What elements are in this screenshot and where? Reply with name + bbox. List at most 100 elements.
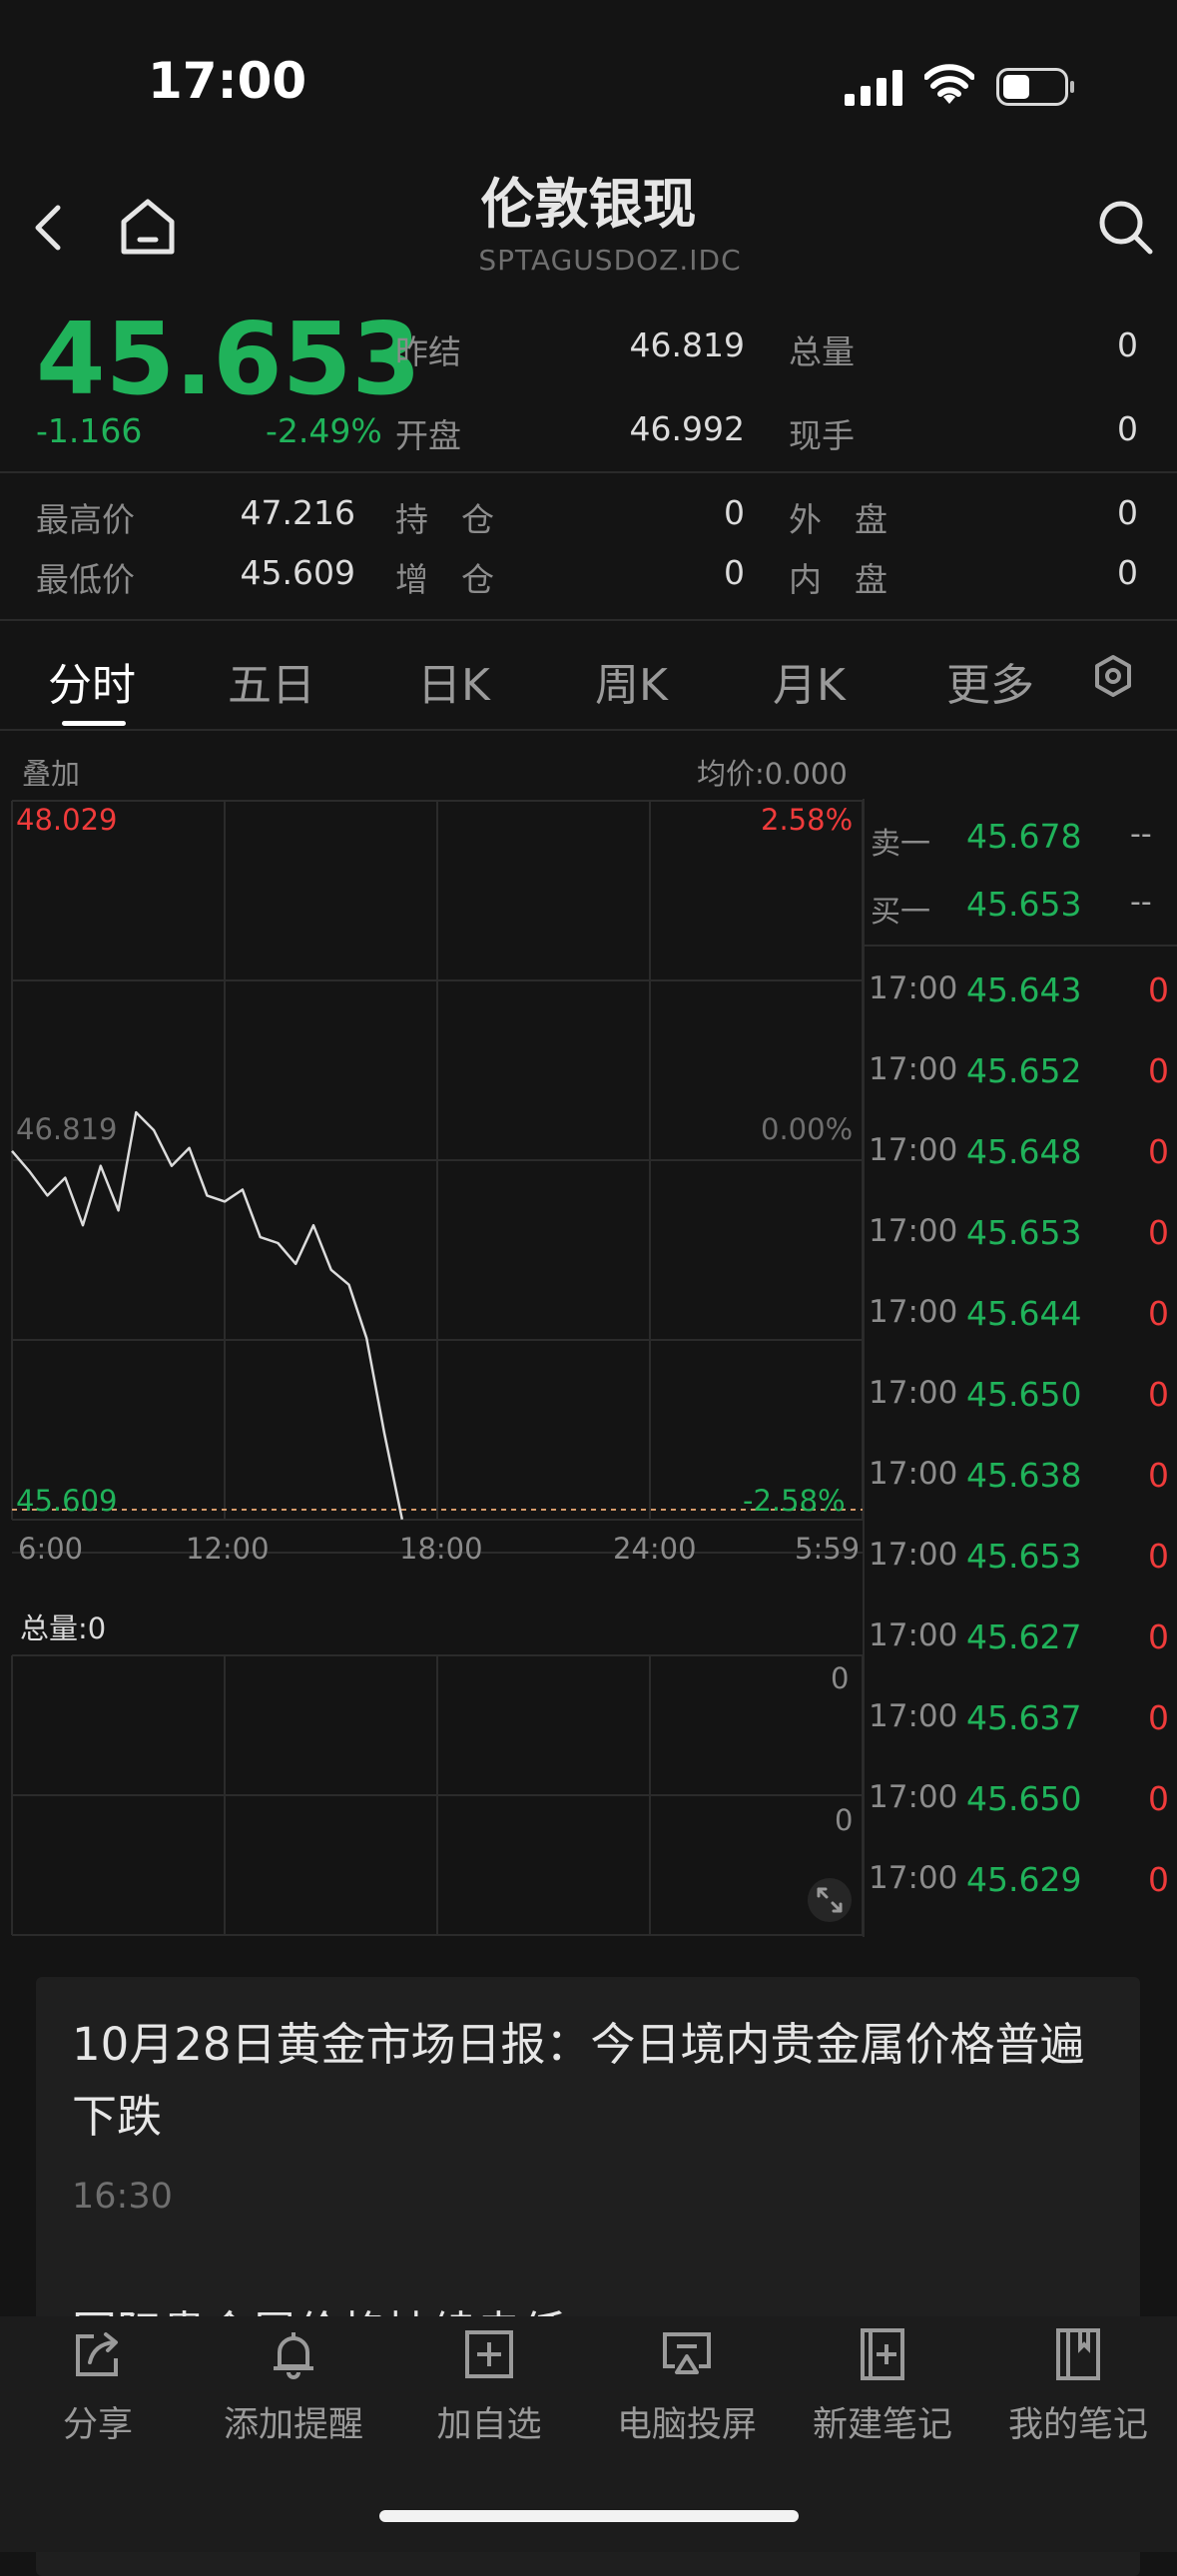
tick-time: 17:00: [869, 970, 958, 1006]
y-axis-low-pct: -2.58%: [743, 1484, 846, 1518]
tick-row: 17:00 45.629 0: [869, 1860, 1177, 1941]
bid1-volume: --: [1130, 885, 1152, 920]
tick-price: 45.653: [966, 1213, 1082, 1252]
bid1-label: 买一: [871, 895, 930, 930]
ask1-label: 卖一: [871, 827, 930, 862]
screen-cast-icon: [663, 2332, 711, 2374]
x-tick: 12:00: [186, 1532, 270, 1566]
new-note-icon: [861, 2328, 904, 2380]
home-indicator[interactable]: [379, 2510, 799, 2522]
divider: [0, 471, 1177, 473]
tick-time: 17:00: [869, 1779, 958, 1815]
search-icon[interactable]: [1096, 198, 1154, 256]
instrument-code: SPTAGUSDOZ.IDC: [478, 244, 742, 277]
my-notes-label: 我的笔记: [1007, 2405, 1148, 2445]
screen-cast-button[interactable]: 电脑投屏: [589, 2326, 785, 2447]
divider: [865, 945, 1177, 947]
y-axis-high: 48.029: [16, 803, 118, 837]
tick-volume: 0: [1148, 1456, 1169, 1495]
field-label-outer-disk: 外 盘: [789, 500, 887, 539]
tick-time: 17:00: [869, 1051, 958, 1087]
field-value-current-hand: 0: [1117, 409, 1138, 448]
ask1-volume: --: [1130, 817, 1152, 852]
field-label-low: 最低价: [36, 560, 135, 599]
tick-price: 45.652: [966, 1051, 1082, 1090]
tab-monthly-k[interactable]: 月K: [773, 649, 846, 713]
y-axis-mid-pct: 0.00%: [761, 1112, 854, 1146]
add-alert-button[interactable]: 添加提醒: [196, 2326, 391, 2447]
new-note-button[interactable]: 新建笔记: [785, 2326, 980, 2447]
tick-price: 45.648: [966, 1132, 1082, 1171]
tick-volume: 0: [1148, 1294, 1169, 1333]
tick-price: 45.644: [966, 1294, 1082, 1333]
avg-price-label: 均价:0.000: [697, 757, 848, 791]
x-tick: 24:00: [613, 1532, 697, 1566]
price-change: -1.166: [36, 411, 143, 450]
field-value-total-volume: 0: [1117, 325, 1138, 364]
chart-settings-icon[interactable]: [1090, 653, 1136, 699]
tab-more[interactable]: 更多: [946, 649, 1034, 713]
volume-chart[interactable]: [0, 1647, 869, 1947]
tick-volume: 0: [1148, 1132, 1169, 1171]
price-series-line: [11, 1110, 404, 1520]
tick-time: 17:00: [869, 1456, 958, 1492]
share-label: 分享: [62, 2405, 133, 2445]
tick-time: 17:00: [869, 1698, 958, 1734]
tick-volume: 0: [1148, 1860, 1169, 1899]
y-axis-mid: 46.819: [16, 1112, 118, 1146]
expand-chart-icon[interactable]: [807, 1877, 853, 1923]
field-label-prev-settle: 昨结: [395, 332, 461, 371]
tick-volume: 0: [1148, 1213, 1169, 1252]
tick-volume: 0: [1148, 1537, 1169, 1576]
tick-row: 17:00 45.643 0: [869, 970, 1177, 1051]
tick-row: 17:00 45.650 0: [869, 1375, 1177, 1456]
tick-volume: 0: [1148, 1051, 1169, 1090]
notebook-icon: [1056, 2328, 1100, 2380]
tab-five-day[interactable]: 五日: [228, 649, 315, 713]
field-label-high: 最高价: [36, 500, 135, 539]
volume-total-label: 总量:0: [20, 1611, 107, 1645]
battery-icon: [996, 68, 1074, 106]
tick-volume: 0: [1148, 1698, 1169, 1737]
intraday-chart[interactable]: [0, 789, 869, 1588]
tick-volume: 0: [1148, 1617, 1169, 1656]
share-button[interactable]: 分享: [0, 2326, 196, 2447]
tick-volume: 0: [1148, 970, 1169, 1009]
tab-active-indicator: [62, 721, 126, 726]
my-notes-button[interactable]: 我的笔记: [980, 2326, 1176, 2447]
new-note-label: 新建笔记: [812, 2405, 952, 2445]
tick-list: 17:00 45.643 0 17:00 45.652 0 17:00 45.648 0 1…: [869, 970, 1177, 1941]
last-price: 45.653: [36, 301, 421, 417]
tick-price: 45.653: [966, 1537, 1082, 1576]
field-label-inner-disk: 内 盘: [789, 560, 887, 599]
tick-row: 17:00 45.638 0: [869, 1456, 1177, 1537]
tab-daily-k[interactable]: 日K: [417, 649, 490, 713]
tick-time: 17:00: [869, 1213, 958, 1249]
tick-price: 45.629: [966, 1860, 1082, 1899]
field-value-prev-settle: 46.819: [629, 325, 745, 364]
tick-time: 17:00: [869, 1537, 958, 1573]
tick-price: 45.638: [966, 1456, 1082, 1495]
field-label-open-interest: 持 仓: [395, 500, 494, 539]
tick-time: 17:00: [869, 1860, 958, 1896]
field-value-low: 45.609: [240, 553, 355, 592]
tick-row: 17:00 45.637 0: [869, 1698, 1177, 1779]
tick-price: 45.650: [966, 1779, 1082, 1818]
field-value-high: 47.216: [240, 493, 355, 532]
x-tick: 6:00: [18, 1532, 84, 1566]
status-time: 17:00: [148, 52, 307, 110]
x-tick: 18:00: [399, 1532, 483, 1566]
tick-time: 17:00: [869, 1294, 958, 1330]
tick-price: 45.637: [966, 1698, 1082, 1737]
tab-weekly-k[interactable]: 周K: [595, 649, 668, 713]
news-title[interactable]: 10月28日黄金市场日报：今日境内贵金属价格普遍下跌: [72, 2009, 1110, 2153]
bid1-price: 45.653: [966, 885, 1082, 924]
page-title: 伦敦银现: [480, 173, 697, 236]
field-value-oi-change: 0: [724, 553, 745, 592]
bell-icon: [274, 2332, 313, 2379]
tab-intraday[interactable]: 分时: [48, 649, 136, 713]
overlay-button[interactable]: 叠加: [22, 751, 80, 793]
price-change-pct: -2.49%: [266, 411, 382, 450]
add-watchlist-button[interactable]: 加自选: [391, 2326, 587, 2447]
divider: [863, 799, 865, 1937]
